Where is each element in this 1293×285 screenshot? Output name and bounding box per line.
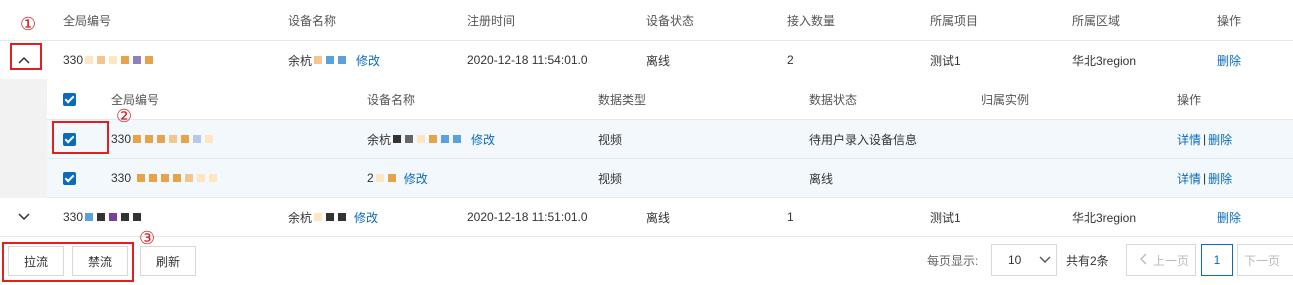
row-register-time: 2020-12-18 11:54:01.0 <box>467 53 588 67</box>
prev-page-button[interactable]: 上一页 <box>1126 244 1196 276</box>
refresh-button[interactable]: 刷新 <box>140 246 196 276</box>
row-register-time: 2020-12-18 11:51:01.0 <box>467 210 588 224</box>
per-page-label: 每页显示: <box>927 253 979 268</box>
redacted-mask <box>375 174 396 182</box>
redacted-mask <box>393 135 462 143</box>
redacted-mask <box>85 213 142 221</box>
row-global-id: 330 <box>63 41 154 79</box>
row-region: 华北3region <box>1072 210 1137 225</box>
row-device-name: 余杭 修改 <box>288 52 381 69</box>
action-separator: | <box>1203 132 1207 146</box>
header-register-time: 注册时间 <box>467 13 516 28</box>
subrow-data-status: 待用户录入设备信息 <box>809 132 918 147</box>
delete-link[interactable]: 删除 <box>1208 131 1232 148</box>
checkbox-checked-icon <box>63 92 76 106</box>
table-header: 全局编号 设备名称 注册时间 设备状态 接入数量 所属项目 所属区域 操作 <box>0 0 1293 41</box>
chevron-left-icon <box>1139 253 1147 268</box>
annotation-box-1 <box>10 43 42 70</box>
detail-link[interactable]: 详情 <box>1177 170 1201 187</box>
row-count: 2 <box>787 53 794 67</box>
per-page-value: 10 <box>1008 253 1022 267</box>
subrow-device-name: 余杭 修改 <box>367 131 496 148</box>
row-checkbox[interactable] <box>63 159 76 197</box>
annotation-marker-2: ② <box>116 106 133 127</box>
table-row: 330 余杭 修改 2020-12-18 11:54:01.0 离线 2 测试1… <box>0 41 1293 80</box>
chevron-down-icon <box>1039 253 1051 267</box>
row-project: 测试1 <box>930 53 961 68</box>
header-operation: 操作 <box>1217 13 1242 28</box>
row-global-id: 330 <box>63 198 142 236</box>
annotation-box-3 <box>2 242 134 282</box>
page-1-button[interactable]: 1 <box>1201 244 1233 276</box>
redacted-mask <box>133 135 214 143</box>
subrow-actions: 详情 | 删除 <box>1177 159 1232 197</box>
annotation-marker-3: ③ <box>139 228 156 249</box>
edit-link[interactable]: 修改 <box>404 170 428 187</box>
total-count: 共有2条 <box>1066 253 1109 268</box>
row-status: 离线 <box>646 53 671 68</box>
header-device-status: 设备状态 <box>646 13 695 28</box>
subrow-data-type: 视频 <box>598 132 623 147</box>
delete-link[interactable]: 删除 <box>1217 198 1241 236</box>
row-status: 离线 <box>646 210 671 225</box>
header-device-name: 设备名称 <box>288 13 337 28</box>
subtable-row: 330 余杭 修改 视频 待用户录入设备信息 详情 | 删除 <box>47 120 1293 159</box>
subrow-global-id: 330 <box>111 159 218 197</box>
edit-link[interactable]: 修改 <box>354 209 378 226</box>
select-all-checkbox[interactable] <box>63 79 76 119</box>
subrow-data-status: 离线 <box>809 171 834 186</box>
delete-link[interactable]: 删除 <box>1208 170 1232 187</box>
header-project: 所属项目 <box>930 13 979 28</box>
subrow-data-type: 视频 <box>598 171 623 186</box>
expand-toggle[interactable] <box>16 198 32 236</box>
chevron-down-icon <box>16 209 32 225</box>
row-project: 测试1 <box>930 210 961 225</box>
subheader-instance: 归属实例 <box>981 92 1030 107</box>
prev-page-label: 上一页 <box>1153 253 1190 268</box>
subrow-device-name: 2 修改 <box>367 170 428 187</box>
row-device-name: 余杭 修改 <box>288 209 379 226</box>
subheader-operation: 操作 <box>1177 92 1202 107</box>
redacted-mask <box>137 174 218 182</box>
table-row: 330 余杭 修改 2020-12-18 11:51:01.0 离线 1 测试1… <box>0 198 1293 237</box>
edit-link[interactable]: 修改 <box>356 52 380 69</box>
subheader-data-status: 数据状态 <box>809 92 858 107</box>
detail-link[interactable]: 详情 <box>1177 131 1201 148</box>
next-page-label: 下一页 <box>1244 253 1281 268</box>
subheader-data-type: 数据类型 <box>598 92 647 107</box>
annotation-marker-1: ① <box>20 14 37 35</box>
subheader-device-name: 设备名称 <box>367 92 416 107</box>
header-access-count: 接入数量 <box>787 13 836 28</box>
redacted-mask <box>85 56 154 64</box>
delete-link[interactable]: 删除 <box>1217 41 1241 79</box>
annotation-box-2 <box>52 121 109 154</box>
per-page-select[interactable]: 10 <box>991 244 1057 276</box>
redacted-mask <box>314 56 347 64</box>
next-page-button[interactable]: 下一页 <box>1237 244 1293 276</box>
row-region: 华北3region <box>1072 53 1137 68</box>
row-count: 1 <box>787 210 794 224</box>
subtable-header: 全局编号 设备名称 数据类型 数据状态 归属实例 操作 <box>47 79 1293 120</box>
action-separator: | <box>1203 171 1207 185</box>
subrow-actions: 详情 | 删除 <box>1177 120 1232 158</box>
redacted-mask <box>314 213 347 221</box>
checkbox-checked-icon <box>63 171 76 185</box>
header-global-id: 全局编号 <box>63 13 112 28</box>
header-region: 所属区域 <box>1072 13 1121 28</box>
edit-link[interactable]: 修改 <box>471 131 495 148</box>
subtable-row: 330 2 修改 视频 离线 详情 | 删除 <box>47 159 1293 198</box>
